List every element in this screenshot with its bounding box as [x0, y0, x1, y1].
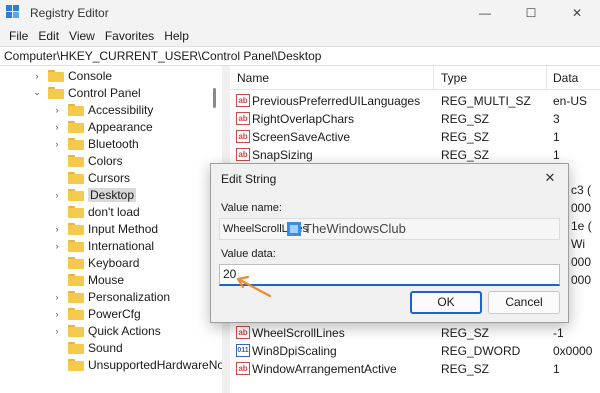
menu-edit[interactable]: Edit — [33, 29, 64, 43]
values-column-header: Name Type Data — [230, 66, 600, 90]
tree-item-international[interactable]: › International — [52, 237, 155, 254]
chevron-right-icon[interactable]: › — [52, 139, 62, 149]
tree-item-sound[interactable]: Sound — [52, 339, 123, 356]
folder-icon — [68, 290, 84, 303]
value-data-fragment: 000 — [571, 273, 592, 287]
value-row[interactable]: ab WindowArrangementActive REG_SZ 1 — [230, 360, 600, 378]
tree-item-colors[interactable]: Colors — [52, 152, 123, 169]
column-name[interactable]: Name — [237, 71, 269, 85]
chevron-right-icon[interactable]: › — [52, 326, 62, 336]
folder-icon — [68, 222, 84, 235]
string-value-icon: ab — [236, 112, 250, 125]
value-data-fragment: c3 ( — [571, 183, 592, 197]
folder-icon — [68, 188, 84, 201]
folder-icon — [68, 341, 84, 354]
value-name-label: Value name: — [221, 202, 282, 214]
chevron-right-icon[interactable]: › — [52, 241, 62, 251]
ok-button[interactable]: OK — [410, 291, 482, 314]
menu-favorites[interactable]: Favorites — [100, 29, 159, 43]
folder-icon — [48, 69, 64, 82]
folder-icon — [68, 103, 84, 116]
value-row[interactable]: ab PreviousPreferredUILanguages REG_MULT… — [230, 92, 600, 110]
watermark-text: TheWindowsClub — [304, 221, 406, 236]
tree-horizontal-scrollbar[interactable] — [0, 379, 222, 393]
column-data[interactable]: Data — [553, 71, 578, 85]
address-bar[interactable]: Computer\HKEY_CURRENT_USER\Control Panel… — [0, 46, 600, 66]
menu-bar: File Edit View Favorites Help — [0, 26, 600, 46]
tree-item-accessibility[interactable]: › Accessibility — [52, 101, 154, 118]
tree-item-quick-actions[interactable]: › Quick Actions — [52, 322, 161, 339]
windowsclub-logo-icon — [287, 221, 301, 236]
tree-scrollbar-thumb[interactable] — [213, 88, 216, 108]
tree-item-personalization[interactable]: › Personalization — [52, 288, 171, 305]
menu-file[interactable]: File — [4, 29, 33, 43]
folder-icon — [68, 358, 84, 371]
folder-icon — [68, 324, 84, 337]
tree-item-input-method[interactable]: › Input Method — [52, 220, 159, 237]
window-title: Registry Editor — [30, 6, 109, 20]
chevron-right-icon[interactable]: › — [52, 224, 62, 234]
tree-item-unsupported-hardware[interactable]: UnsupportedHardwareNo — [52, 356, 222, 373]
tree-item-bluetooth[interactable]: › Bluetooth — [52, 135, 139, 152]
column-type[interactable]: Type — [441, 71, 467, 85]
chevron-right-icon[interactable]: › — [52, 190, 62, 200]
key-tree-pane[interactable]: › Console ⌄ Control Panel › Accessibility ›… — [0, 66, 222, 379]
minimize-button[interactable]: — — [462, 0, 508, 26]
value-data-fragment: 000 — [571, 255, 592, 269]
title-bar: Registry Editor — ☐ ✕ — [0, 0, 600, 26]
string-value-icon: ab — [236, 94, 250, 107]
folder-icon — [68, 273, 84, 286]
annotation-arrow-icon — [236, 275, 272, 298]
chevron-right-icon[interactable]: › — [52, 122, 62, 132]
tree-item-dont-load[interactable]: don't load — [52, 203, 140, 220]
tree-item-desktop[interactable]: › Desktop — [52, 186, 137, 203]
registry-app-icon — [6, 5, 22, 21]
folder-icon — [48, 86, 64, 99]
chevron-right-icon[interactable]: › — [52, 292, 62, 302]
close-button[interactable]: ✕ — [554, 0, 600, 26]
menu-help[interactable]: Help — [159, 29, 194, 43]
tree-item-mouse[interactable]: Mouse — [52, 271, 124, 288]
value-row[interactable]: 011 Win8DpiScaling REG_DWORD 0x0000 — [230, 342, 600, 360]
value-row[interactable]: ab WheelScrollLines REG_SZ -1 — [230, 324, 600, 342]
tree-item-control-panel[interactable]: ⌄ Control Panel — [32, 84, 141, 101]
chevron-down-icon[interactable]: ⌄ — [32, 87, 42, 98]
binary-value-icon: 011 — [236, 344, 250, 357]
folder-icon — [68, 205, 84, 218]
folder-icon — [68, 137, 84, 150]
value-data-fragment: 1e ( — [571, 219, 592, 233]
tree-item-powercfg[interactable]: › PowerCfg — [52, 305, 141, 322]
tree-item-appearance[interactable]: › Appearance — [52, 118, 153, 135]
chevron-right-icon[interactable]: › — [52, 309, 62, 319]
dialog-close-button[interactable]: ✕ — [540, 168, 560, 188]
folder-icon — [68, 120, 84, 133]
menu-view[interactable]: View — [64, 29, 100, 43]
value-row[interactable]: ab RightOverlapChars REG_SZ 3 — [230, 110, 600, 128]
value-data-fragment: Wi — [571, 237, 585, 251]
cancel-button[interactable]: Cancel — [488, 291, 560, 314]
tree-item-keyboard[interactable]: Keyboard — [52, 254, 139, 271]
tree-item-console[interactable]: › Console — [32, 67, 113, 84]
chevron-right-icon[interactable]: › — [52, 105, 62, 115]
value-row[interactable]: ab ScreenSaveActive REG_SZ 1 — [230, 128, 600, 146]
string-value-icon: ab — [236, 326, 250, 339]
folder-icon — [68, 256, 84, 269]
watermark: TheWindowsClub — [287, 221, 406, 236]
tree-item-cursors[interactable]: Cursors — [52, 169, 130, 186]
string-value-icon: ab — [236, 130, 250, 143]
folder-icon — [68, 307, 84, 320]
folder-icon — [68, 154, 84, 167]
value-data-fragment: 000 — [571, 201, 592, 215]
value-row[interactable]: ab SnapSizing REG_SZ 1 — [230, 146, 600, 164]
value-data-label: Value data: — [221, 248, 276, 260]
dialog-title: Edit String — [221, 172, 277, 186]
maximize-button[interactable]: ☐ — [508, 0, 554, 26]
folder-icon — [68, 171, 84, 184]
folder-icon — [68, 239, 84, 252]
chevron-right-icon[interactable]: › — [32, 71, 42, 81]
string-value-icon: ab — [236, 362, 250, 375]
string-value-icon: ab — [236, 148, 250, 161]
